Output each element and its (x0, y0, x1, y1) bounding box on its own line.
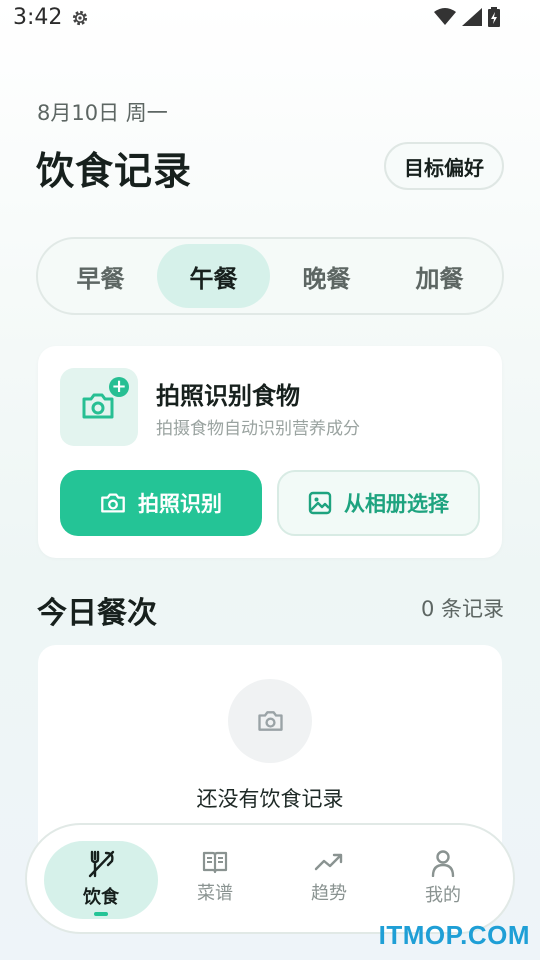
nav-label: 饮食 (83, 887, 119, 908)
goal-preference-button[interactable]: 目标偏好 (384, 142, 504, 190)
empty-placeholder (228, 679, 312, 763)
signal-icon (462, 8, 482, 26)
nav-trends[interactable]: 趋势 (272, 841, 386, 919)
status-icons (434, 7, 500, 27)
tab-snack[interactable]: 加餐 (383, 244, 496, 308)
book-icon (202, 851, 228, 874)
photo-recognition-card: + 拍照识别食物 拍摄食物自动识别营养成分 拍照识别 从相册选择 (38, 346, 502, 558)
card-title: 拍照识别食物 (156, 382, 300, 410)
empty-text: 还没有饮食记录 (196, 787, 344, 811)
tab-lunch[interactable]: 午餐 (157, 244, 270, 308)
take-photo-label: 拍照识别 (138, 492, 222, 516)
today-meals-title: 今日餐次 (37, 596, 157, 631)
active-indicator (94, 912, 108, 916)
utensils-icon (88, 850, 115, 878)
bottom-nav: 饮食 菜谱 趋势 我的 (25, 823, 515, 934)
page-title: 饮食记录 (36, 149, 193, 193)
status-bar: 3:42 (0, 0, 540, 38)
camera-icon (101, 493, 125, 513)
nav-diet[interactable]: 饮食 (44, 841, 158, 919)
date-label: 8月10日 周一 (37, 101, 168, 125)
card-subtitle: 拍摄食物自动识别营养成分 (156, 419, 360, 439)
choose-from-album-button[interactable]: 从相册选择 (277, 470, 480, 536)
wifi-icon (434, 8, 456, 25)
tab-dinner[interactable]: 晚餐 (270, 244, 383, 308)
battery-icon (488, 7, 500, 27)
nav-profile[interactable]: 我的 (386, 841, 500, 919)
nav-label: 我的 (425, 885, 461, 906)
status-time: 3:42 (13, 5, 63, 30)
user-icon (431, 850, 455, 877)
camera-icon (258, 711, 283, 731)
nav-label: 趋势 (311, 883, 347, 904)
album-label: 从相册选择 (344, 492, 449, 516)
trend-icon (314, 853, 343, 871)
take-photo-button[interactable]: 拍照识别 (60, 470, 262, 536)
nav-label: 菜谱 (197, 883, 233, 904)
tab-breakfast[interactable]: 早餐 (44, 244, 157, 308)
camera-icon (82, 393, 114, 419)
watermark: ITMOP.COM (378, 920, 530, 950)
record-count: 0 条记录 (420, 597, 504, 621)
nav-recipes[interactable]: 菜谱 (158, 841, 272, 919)
meal-tabs: 早餐 午餐 晚餐 加餐 (36, 237, 504, 315)
image-icon (308, 491, 332, 515)
plus-icon: + (109, 377, 129, 397)
settings-gear-icon (72, 10, 88, 26)
empty-records-card: 还没有饮食记录 (38, 645, 502, 845)
camera-badge: + (60, 368, 138, 446)
